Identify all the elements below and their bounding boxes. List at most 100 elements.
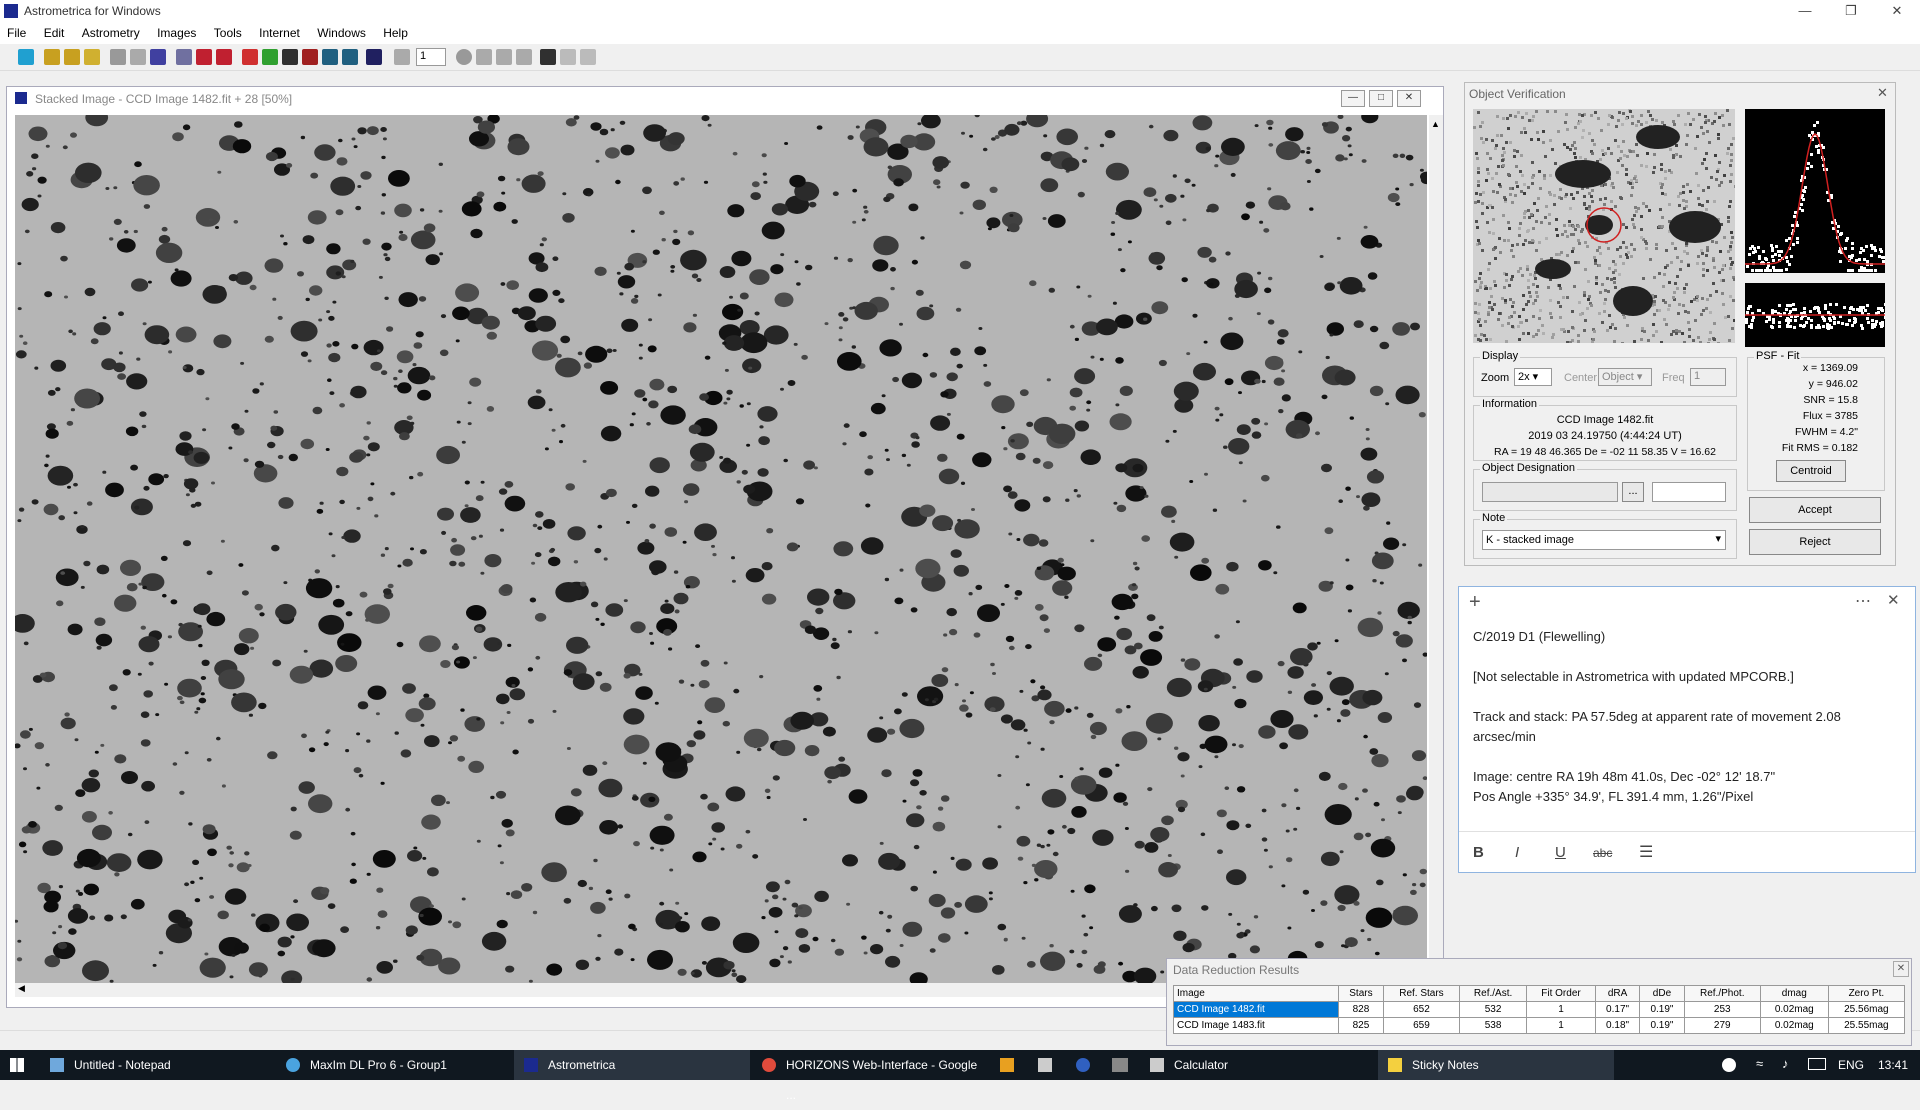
circle-icon[interactable] bbox=[262, 49, 278, 65]
accept-button[interactable]: Accept bbox=[1749, 497, 1881, 523]
table-row[interactable]: CCD Image 1482.fit 828 652 532 1 0.17" 0… bbox=[1173, 1001, 1906, 1018]
star-map-icon[interactable] bbox=[366, 49, 382, 65]
object-verification-close-icon[interactable]: ✕ bbox=[1877, 85, 1888, 101]
sticky-close-icon[interactable]: ✕ bbox=[1887, 591, 1900, 609]
color-app-icon[interactable] bbox=[1000, 1058, 1014, 1072]
frame-number-spinner[interactable]: 1 bbox=[416, 48, 446, 66]
blink-icon[interactable] bbox=[130, 49, 146, 65]
taskbar-maxim[interactable]: MaxIm DL Pro 6 - Group1 bbox=[276, 1050, 512, 1080]
connect-icon[interactable] bbox=[18, 49, 34, 65]
col-dmag[interactable]: dmag bbox=[1759, 985, 1829, 1002]
taskbar-notepad[interactable]: Untitled - Notepad bbox=[40, 1050, 274, 1080]
note-body[interactable]: C/2019 D1 (Flewelling) [Not selectable i… bbox=[1473, 627, 1893, 807]
star-field-image[interactable] bbox=[15, 115, 1427, 983]
designation-input[interactable] bbox=[1482, 482, 1618, 502]
image-close-button[interactable]: ✕ bbox=[1397, 90, 1421, 107]
report-icon[interactable] bbox=[302, 49, 318, 65]
more-options-icon[interactable]: ⋯ bbox=[1855, 591, 1871, 611]
open-multiple-icon[interactable] bbox=[64, 49, 80, 65]
center-select[interactable]: Object ▾ bbox=[1598, 368, 1652, 386]
close-button[interactable]: ✕ bbox=[1874, 0, 1920, 24]
cell-image[interactable]: CCD Image 1482.fit bbox=[1173, 1001, 1339, 1018]
italic-button[interactable]: I bbox=[1515, 844, 1519, 861]
globe-app-icon[interactable] bbox=[1076, 1058, 1090, 1072]
vertical-scrollbar[interactable]: ▲ ▼ bbox=[1429, 115, 1443, 983]
bold-button[interactable]: B bbox=[1473, 844, 1484, 861]
settings-icon[interactable] bbox=[176, 49, 192, 65]
zoom-select[interactable]: 2x ▾ bbox=[1514, 368, 1552, 386]
search-icon[interactable] bbox=[540, 49, 556, 65]
centroid-button[interactable]: Centroid bbox=[1776, 460, 1846, 482]
col-image[interactable]: Image bbox=[1173, 985, 1339, 1002]
windows-start-icon[interactable] bbox=[10, 1058, 24, 1072]
record-icon[interactable] bbox=[456, 49, 472, 65]
close-image-icon[interactable] bbox=[196, 49, 212, 65]
menu-file[interactable]: File bbox=[0, 24, 33, 40]
play-icon[interactable] bbox=[496, 49, 512, 65]
clock[interactable]: 13:41 bbox=[1878, 1058, 1908, 1072]
restore-button[interactable]: ❐ bbox=[1828, 0, 1874, 24]
menu-help[interactable]: Help bbox=[376, 24, 415, 40]
language-indicator[interactable]: ENG bbox=[1838, 1058, 1864, 1072]
minimize-button[interactable]: — bbox=[1782, 0, 1828, 24]
save-icon[interactable] bbox=[84, 49, 100, 65]
image-minimize-button[interactable]: — bbox=[1341, 90, 1365, 107]
taskbar-horizons[interactable]: HORIZONS Web-Interface - Google ... bbox=[752, 1050, 988, 1102]
cell-image[interactable]: CCD Image 1483.fit bbox=[1173, 1017, 1339, 1034]
note-group: Note K - stacked image ▾ bbox=[1473, 512, 1737, 559]
menu-internet[interactable]: Internet bbox=[252, 24, 307, 40]
scroll-up-icon[interactable]: ▲ bbox=[1431, 119, 1440, 129]
cell-ref-ast: 532 bbox=[1459, 1001, 1528, 1018]
col-ref-stars[interactable]: Ref. Stars bbox=[1382, 985, 1461, 1002]
freq-spinner[interactable]: 1 bbox=[1690, 368, 1726, 386]
cell-stars: 828 bbox=[1338, 1001, 1384, 1018]
col-dra[interactable]: dRA bbox=[1594, 985, 1641, 1002]
taskbar-sticky-notes[interactable]: Sticky Notes bbox=[1378, 1050, 1614, 1080]
add-note-icon[interactable]: + bbox=[1469, 591, 1481, 614]
table-row[interactable]: CCD Image 1483.fit 825 659 538 1 0.18" 0… bbox=[1173, 1017, 1906, 1034]
edit-icon[interactable] bbox=[282, 49, 298, 65]
designation-browse-button[interactable]: ... bbox=[1622, 482, 1644, 502]
underline-button[interactable]: U bbox=[1555, 844, 1566, 861]
wifi-icon[interactable]: ≈ bbox=[1756, 1056, 1763, 1071]
next-icon[interactable] bbox=[516, 49, 532, 65]
satellite-app-icon[interactable] bbox=[1112, 1058, 1128, 1072]
bullet-list-icon[interactable]: ☰ bbox=[1639, 842, 1653, 862]
strikethrough-button[interactable]: abc bbox=[1593, 846, 1612, 860]
security-icon[interactable] bbox=[1722, 1058, 1736, 1072]
calibration-icon[interactable] bbox=[110, 49, 126, 65]
col-fit-order[interactable]: Fit Order bbox=[1526, 985, 1596, 1002]
close-all-icon[interactable] bbox=[216, 49, 232, 65]
window-icon[interactable] bbox=[560, 49, 576, 65]
window-2-icon[interactable] bbox=[580, 49, 596, 65]
blink-window-icon[interactable] bbox=[394, 49, 410, 65]
object-zoom-image[interactable] bbox=[1473, 109, 1735, 343]
image-app-icon[interactable] bbox=[1038, 1058, 1052, 1072]
astrometry-icon[interactable] bbox=[242, 49, 258, 65]
menu-tools[interactable]: Tools bbox=[207, 24, 249, 40]
col-ref-ast[interactable]: Ref./Ast. bbox=[1459, 985, 1528, 1002]
designation-code-input[interactable] bbox=[1652, 482, 1726, 502]
note-select[interactable]: K - stacked image ▾ bbox=[1482, 530, 1726, 550]
menu-edit[interactable]: Edit bbox=[37, 24, 72, 40]
col-zero-pt[interactable]: Zero Pt. bbox=[1827, 985, 1906, 1002]
reject-button[interactable]: Reject bbox=[1749, 529, 1881, 555]
col-dde[interactable]: dDe bbox=[1639, 985, 1685, 1002]
taskbar-astrometrica[interactable]: Astrometrica bbox=[514, 1050, 750, 1080]
col-stars[interactable]: Stars bbox=[1338, 985, 1384, 1002]
open-icon[interactable] bbox=[44, 49, 60, 65]
image-maximize-button[interactable]: □ bbox=[1369, 90, 1393, 107]
scroll-left-icon[interactable]: ◀ bbox=[18, 983, 25, 994]
col-ref-phot[interactable]: Ref./Phot. bbox=[1683, 985, 1761, 1002]
previous-icon[interactable] bbox=[476, 49, 492, 65]
menu-images[interactable]: Images bbox=[150, 24, 203, 40]
taskbar-calculator[interactable]: Calculator bbox=[1140, 1050, 1376, 1080]
volume-icon[interactable]: ♪ bbox=[1782, 1056, 1789, 1071]
battery-icon[interactable] bbox=[1808, 1058, 1826, 1070]
menu-astrometry[interactable]: Astrometry bbox=[75, 24, 147, 40]
menu-windows[interactable]: Windows bbox=[310, 24, 373, 40]
zoom-in-icon[interactable] bbox=[322, 49, 338, 65]
data-reduction-close-icon[interactable]: ✕ bbox=[1893, 961, 1909, 977]
stack-icon[interactable] bbox=[150, 49, 166, 65]
zoom-out-icon[interactable] bbox=[342, 49, 358, 65]
